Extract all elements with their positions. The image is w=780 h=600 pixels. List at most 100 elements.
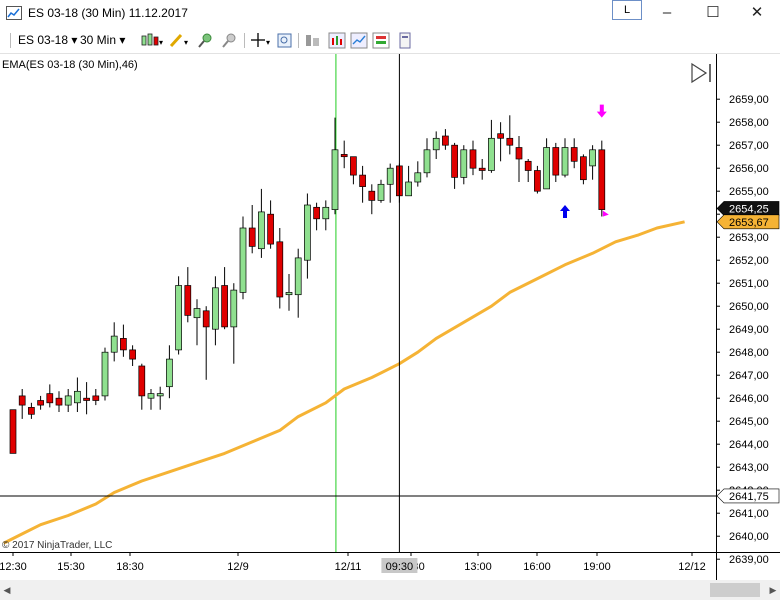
minimize-button[interactable]: –: [644, 2, 690, 26]
x-tick-label: 12/11: [335, 561, 362, 573]
candle-body: [524, 160, 532, 171]
x-tick-label: 13:00: [464, 561, 492, 573]
candle-body: [580, 156, 587, 181]
svg-text:▾: ▾: [266, 38, 270, 47]
y-tick-label: 2657,00: [729, 140, 769, 152]
crosshair-time-label: 09:30: [386, 561, 414, 573]
close-button[interactable]: ✕: [734, 2, 780, 26]
scrollbar-thumb[interactable]: [710, 583, 760, 597]
candle-body: [488, 137, 495, 171]
candle-body: [285, 292, 293, 296]
candle-body: [304, 204, 311, 261]
y-axis-panel: [716, 54, 780, 552]
candle-body: [313, 206, 320, 220]
indicator-label: EMA(ES 03-18 (30 Min),46): [2, 59, 138, 71]
instrument-label: ES 03-18: [18, 33, 69, 47]
zoom-in-icon[interactable]: [196, 32, 216, 49]
bar-type-icon[interactable]: ▾: [140, 32, 164, 49]
y-tick-label: 2645,00: [729, 416, 769, 428]
svg-text:▾: ▾: [184, 38, 188, 47]
scroll-left-icon[interactable]: ◀: [0, 582, 14, 598]
crosshair-price-label: 2641,75: [729, 491, 769, 503]
candle-body: [543, 147, 550, 190]
candle-body: [129, 349, 136, 360]
x-tick-label: 12:30: [0, 561, 27, 573]
candle-body: [46, 393, 54, 404]
templates-icon[interactable]: [396, 32, 414, 49]
candle-body: [322, 206, 330, 220]
candle-body: [64, 395, 72, 406]
candle-body: [55, 397, 63, 406]
x-tick-label: 16:00: [523, 561, 551, 573]
scroll-right-icon[interactable]: ▶: [766, 582, 780, 598]
link-button[interactable]: L: [612, 0, 642, 20]
y-tick-label: 2659,00: [729, 94, 769, 106]
candle-body: [175, 285, 182, 351]
candle-body: [377, 183, 385, 201]
candle-body: [386, 167, 394, 185]
last-price-label: 2654,25: [729, 203, 769, 215]
candle-body: [193, 308, 201, 319]
chevron-down-icon: ▾: [119, 33, 126, 47]
instrument-selector[interactable]: ES 03-18 ▾: [18, 33, 77, 47]
ema-line: [3, 220, 685, 545]
candle-body: [267, 213, 274, 245]
y-tick-label: 2642,00: [729, 485, 769, 497]
x-tick-label: 19:00: [583, 561, 611, 573]
candle-body: [28, 407, 35, 415]
strategies-icon[interactable]: [350, 32, 368, 49]
indicators-icon[interactable]: [328, 32, 346, 49]
candle-body: [396, 165, 403, 197]
y-tick-label: 2646,00: [729, 393, 769, 405]
candle-body: [460, 149, 468, 178]
drawing-tool-icon[interactable]: ▾: [168, 32, 192, 49]
candle-body: [340, 154, 348, 158]
candle-body: [589, 149, 596, 167]
y-tick-label: 2651,00: [729, 278, 769, 290]
y-tick-label: 2649,00: [729, 324, 769, 336]
candle-body: [184, 285, 192, 316]
x-tick-label: 12/9: [227, 561, 248, 573]
crosshair-icon[interactable]: ▾: [250, 32, 274, 49]
y-tick-label: 2655,00: [729, 186, 769, 198]
zoom-out-icon[interactable]: [220, 32, 240, 49]
toolbar-separator: [244, 33, 245, 48]
candle-body: [276, 241, 284, 298]
x-tick-label: 09:30: [397, 561, 425, 573]
chart-app-icon: [6, 6, 22, 20]
y-tick-label: 2658,00: [729, 117, 769, 129]
crosshair-price-box: [716, 488, 780, 504]
y-tick-label: 2647,00: [729, 370, 769, 382]
candle-body: [18, 395, 26, 406]
candle-body: [239, 227, 247, 293]
title-bar: ES 03-18 (30 Min) 11.12.2017 L – ☐ ✕: [0, 0, 780, 28]
candle-body: [83, 397, 90, 401]
candle-body: [258, 211, 265, 250]
data-box-icon[interactable]: [276, 32, 294, 49]
candle-body: [138, 365, 146, 397]
candle-body: [110, 335, 118, 353]
candle-body: [570, 147, 578, 162]
horizontal-scrollbar[interactable]: [0, 580, 780, 600]
candle-body: [432, 137, 440, 151]
candle-body: [350, 156, 357, 176]
candle-body: [561, 147, 569, 176]
candle-body: [156, 393, 164, 397]
interval-label: 30 Min: [80, 33, 117, 47]
last-price-box: [716, 201, 780, 216]
ema-value-box: [716, 214, 780, 230]
maximize-button[interactable]: ☐: [690, 2, 736, 26]
y-tick-label: 2640,00: [729, 531, 769, 543]
chart-trader-icon[interactable]: [372, 32, 390, 49]
candle-body: [101, 351, 109, 397]
candle-body: [166, 358, 173, 388]
properties-icon[interactable]: [304, 32, 322, 49]
chevron-down-icon: ▾: [71, 33, 78, 47]
buy-arrow-icon: [560, 205, 570, 218]
crosshair-time-box: [381, 558, 418, 573]
candle-body: [120, 338, 127, 351]
interval-selector[interactable]: 30 Min ▾: [80, 33, 125, 47]
candle-body: [405, 181, 412, 197]
ema-value-label: 2653,67: [729, 217, 769, 229]
candle-body: [248, 227, 256, 247]
